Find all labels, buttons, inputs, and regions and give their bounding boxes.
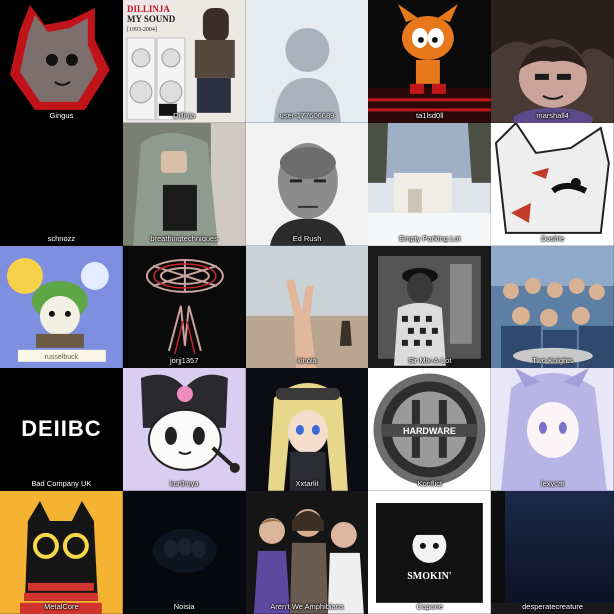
artist-image	[122, 491, 246, 614]
artist-tile-gingus[interactable]: Gingus	[0, 0, 123, 123]
artist-tile-dillinja[interactable]: DILLINJA MY SOUND [1993-2004] Dillinja	[122, 0, 246, 123]
album-years: [1993-2004]	[127, 27, 157, 33]
artist-image	[368, 122, 492, 246]
artist-image	[491, 368, 614, 492]
artist-image: HARDWARE	[368, 368, 492, 492]
artist-tile-metalcore[interactable]: MetalCore	[0, 491, 123, 614]
artist-name: Aren't We Amphibians	[270, 601, 344, 611]
artist-name: Konflict	[417, 479, 443, 489]
artist-tile-ta1lsd0ll[interactable]: ta1lsd0ll	[368, 0, 492, 123]
artist-name: jorjj1357	[170, 356, 199, 366]
artist-tile-noisia[interactable]: Noisia	[122, 491, 246, 614]
artist-name: Xxtarlit	[295, 479, 319, 489]
artist-tile-bad-company-uk[interactable]: DEIIBC Bad Company UK	[0, 368, 123, 492]
artist-image: DEIIBC	[0, 368, 123, 492]
artist-tile-konflict[interactable]: HARDWARE Konflict	[368, 368, 492, 492]
artist-image	[0, 491, 123, 614]
artist-tile-kur0mya[interactable]: kur0mya	[122, 368, 246, 492]
artist-image	[245, 368, 369, 492]
artist-name: schnozz	[47, 233, 76, 243]
artist-name: MetalCore	[44, 601, 79, 611]
artist-image	[245, 245, 369, 369]
artist-tile-russelbuck[interactable]: russelbuck russelbuck	[0, 245, 123, 369]
artist-image	[491, 245, 614, 369]
hardware-logo-text: HARDWARE	[403, 426, 456, 436]
artist-name: Empty Parking Lot	[399, 233, 461, 243]
album-title: DILLINJA	[127, 4, 170, 14]
artist-name: lexycat	[540, 479, 565, 489]
artist-image	[491, 491, 614, 614]
artist-image	[491, 0, 614, 123]
artist-name: breathingtechniques	[150, 233, 218, 243]
band-logo: DEIIBC	[21, 416, 101, 441]
artist-image: russelbuck	[0, 245, 123, 369]
artist-name: marshall4	[536, 110, 569, 120]
artist-name: Gingus	[49, 110, 74, 120]
artist-name: Dillinja	[173, 110, 196, 120]
artist-tile-breathingtechniques[interactable]: breathingtechniques	[122, 122, 246, 246]
artist-image	[122, 245, 246, 369]
artist-name: Doshie	[540, 233, 565, 243]
artist-image	[122, 122, 246, 246]
artist-image	[245, 491, 369, 614]
artist-tile-kinola[interactable]: kinola	[245, 245, 369, 369]
artist-name: Two Knights	[532, 356, 574, 366]
album-subtitle: MY SOUND	[127, 14, 176, 24]
album-cover: DILLINJA MY SOUND [1993-2004]	[122, 0, 246, 123]
artist-tile-doshie[interactable]: Doshie	[491, 122, 614, 246]
artist-tile-marshall4[interactable]: marshall4	[491, 0, 614, 123]
artist-image	[368, 0, 492, 123]
artist-tile-user-177606689[interactable]: user-177606689	[245, 0, 369, 123]
artist-tile-xxtarlit[interactable]: Xxtarlit	[245, 368, 369, 492]
artist-tile-arent-we-amphibians[interactable]: Aren't We Amphibians	[245, 491, 369, 614]
artist-tile-lexycat[interactable]: lexycat	[491, 368, 614, 492]
artist-tile-sir-mix-a-lot[interactable]: Sir Mix-A-Lot	[368, 245, 492, 369]
artist-tile-desperatecreature[interactable]: desperatecreature	[491, 491, 614, 614]
avatar-grid: Gingus DILLINJA MY SOUND [1993-2004] Dil…	[0, 0, 614, 614]
artist-name: desperatecreature	[522, 601, 584, 611]
artist-image	[368, 245, 492, 369]
artist-image	[122, 368, 246, 492]
artist-name: Noisia	[173, 601, 195, 611]
artist-tile-schnozz[interactable]: schnozz	[0, 122, 123, 246]
artist-name: Ed Rush	[292, 233, 322, 243]
artist-tile-two-knights[interactable]: Two Knights	[491, 245, 614, 369]
artist-tile-empty-parking-lot[interactable]: Empty Parking Lot	[368, 122, 492, 246]
artist-tile-capone[interactable]: SMOKIN' Capone	[368, 491, 492, 614]
artist-tile-ed-rush[interactable]: Ed Rush	[245, 122, 369, 246]
artist-name: ta1lsd0ll	[416, 110, 444, 120]
artwork-caption: russelbuck	[45, 353, 79, 360]
default-avatar-icon	[245, 0, 369, 123]
artist-name: user-177606689	[279, 110, 335, 120]
artist-image	[491, 122, 614, 246]
artist-name: Sir Mix-A-Lot	[408, 356, 452, 366]
artist-image	[0, 122, 123, 246]
artist-name: kinola	[297, 356, 317, 366]
smokin-logo: SMOKIN'	[408, 571, 453, 582]
artist-name: Capone	[416, 601, 443, 611]
artist-tile-jorjj1357[interactable]: jorjj1357	[122, 245, 246, 369]
artist-image	[245, 122, 369, 246]
artist-name: Bad Company UK	[31, 479, 92, 489]
artist-image: SMOKIN'	[368, 491, 492, 614]
artist-name: kur0mya	[169, 479, 199, 489]
artist-image	[0, 0, 123, 123]
